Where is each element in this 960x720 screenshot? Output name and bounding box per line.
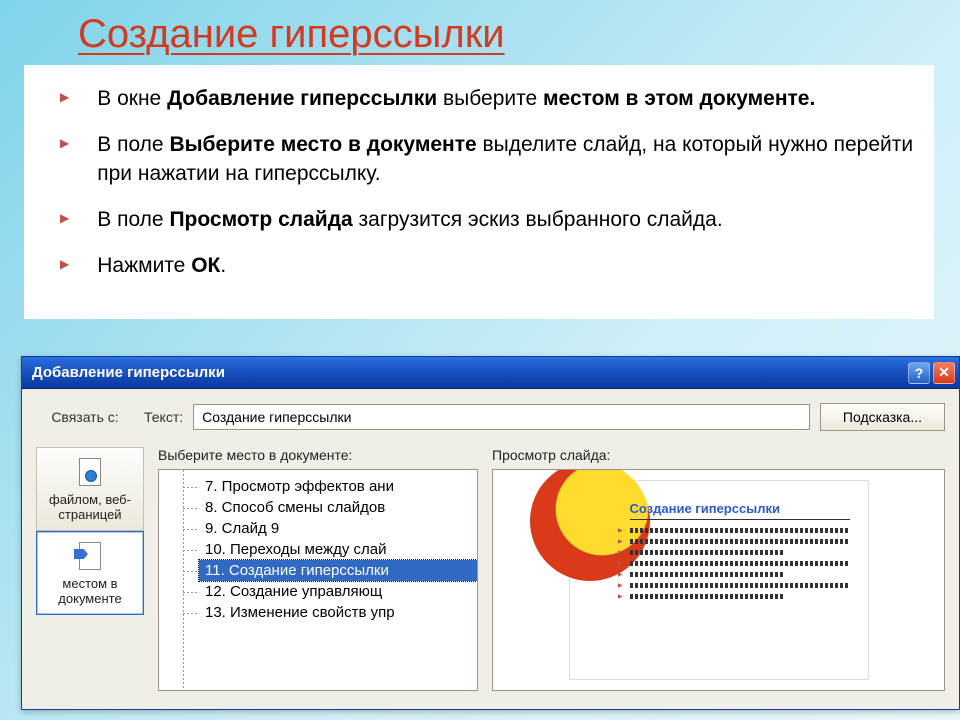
- tree-item[interactable]: 8. Способ смены слайдов: [199, 497, 477, 518]
- dialog-title: Добавление гиперссылки: [32, 364, 225, 381]
- bullet-item: ▶ В окне Добавление гиперссылки выберите…: [60, 85, 914, 113]
- slide-preview-label: Просмотр слайда:: [492, 447, 945, 463]
- link-with-label: Связать с:: [36, 409, 134, 425]
- bullet-marker-icon: ▶: [60, 136, 69, 188]
- slide-preview: Создание гиперссылки: [492, 469, 945, 691]
- link-to-file-web[interactable]: файлом, веб-страницей: [36, 447, 144, 531]
- document-places-tree[interactable]: 7. Просмотр эффектов ани 8. Способ смены…: [158, 469, 478, 691]
- bullet-marker-icon: ▶: [60, 90, 69, 113]
- bullet-item: ▶ Нажмите ОК.: [60, 252, 914, 280]
- file-web-icon: [79, 458, 101, 486]
- bullet-item: ▶ В поле Выберите место в документе выде…: [60, 131, 914, 188]
- document-place-icon: [79, 542, 101, 570]
- slide-thumbnail: Создание гиперссылки: [569, 480, 869, 680]
- bullet-marker-icon: ▶: [60, 211, 69, 234]
- bullet-marker-icon: ▶: [60, 257, 69, 280]
- close-button[interactable]: ✕: [933, 362, 955, 384]
- help-icon: ?: [915, 365, 924, 381]
- insert-hyperlink-dialog: Добавление гиперссылки ? ✕ Связать с: Те…: [21, 356, 960, 710]
- slide-title: Создание гиперссылки: [0, 0, 960, 63]
- hyperlink-text-input[interactable]: [193, 404, 810, 430]
- select-place-label: Выберите место в документе:: [158, 447, 478, 463]
- link-to-place-in-document[interactable]: местом в документе: [36, 531, 144, 615]
- bullet-item: ▶ В поле Просмотр слайда загрузится эски…: [60, 206, 914, 234]
- screentip-button[interactable]: Подсказка...: [820, 403, 945, 431]
- tree-item[interactable]: 7. Просмотр эффектов ани: [199, 476, 477, 497]
- text-label: Текст:: [144, 409, 183, 425]
- tree-item[interactable]: 13. Изменение свойств упр: [199, 602, 477, 623]
- link-to-sidebar: файлом, веб-страницей местом в документе: [36, 447, 144, 691]
- tree-item[interactable]: 9. Слайд 9: [199, 518, 477, 539]
- slide-body: ▶ В окне Добавление гиперссылки выберите…: [24, 65, 934, 319]
- tree-item[interactable]: 12. Создание управляющ: [199, 581, 477, 602]
- dialog-titlebar[interactable]: Добавление гиперссылки ? ✕: [22, 357, 959, 389]
- close-icon: ✕: [938, 364, 950, 381]
- help-button[interactable]: ?: [908, 362, 930, 384]
- tree-item[interactable]: 10. Переходы между слай: [199, 539, 477, 560]
- tree-item-selected[interactable]: 11. Создание гиперссылки: [199, 560, 477, 581]
- thumbnail-title: Создание гиперссылки: [630, 501, 850, 520]
